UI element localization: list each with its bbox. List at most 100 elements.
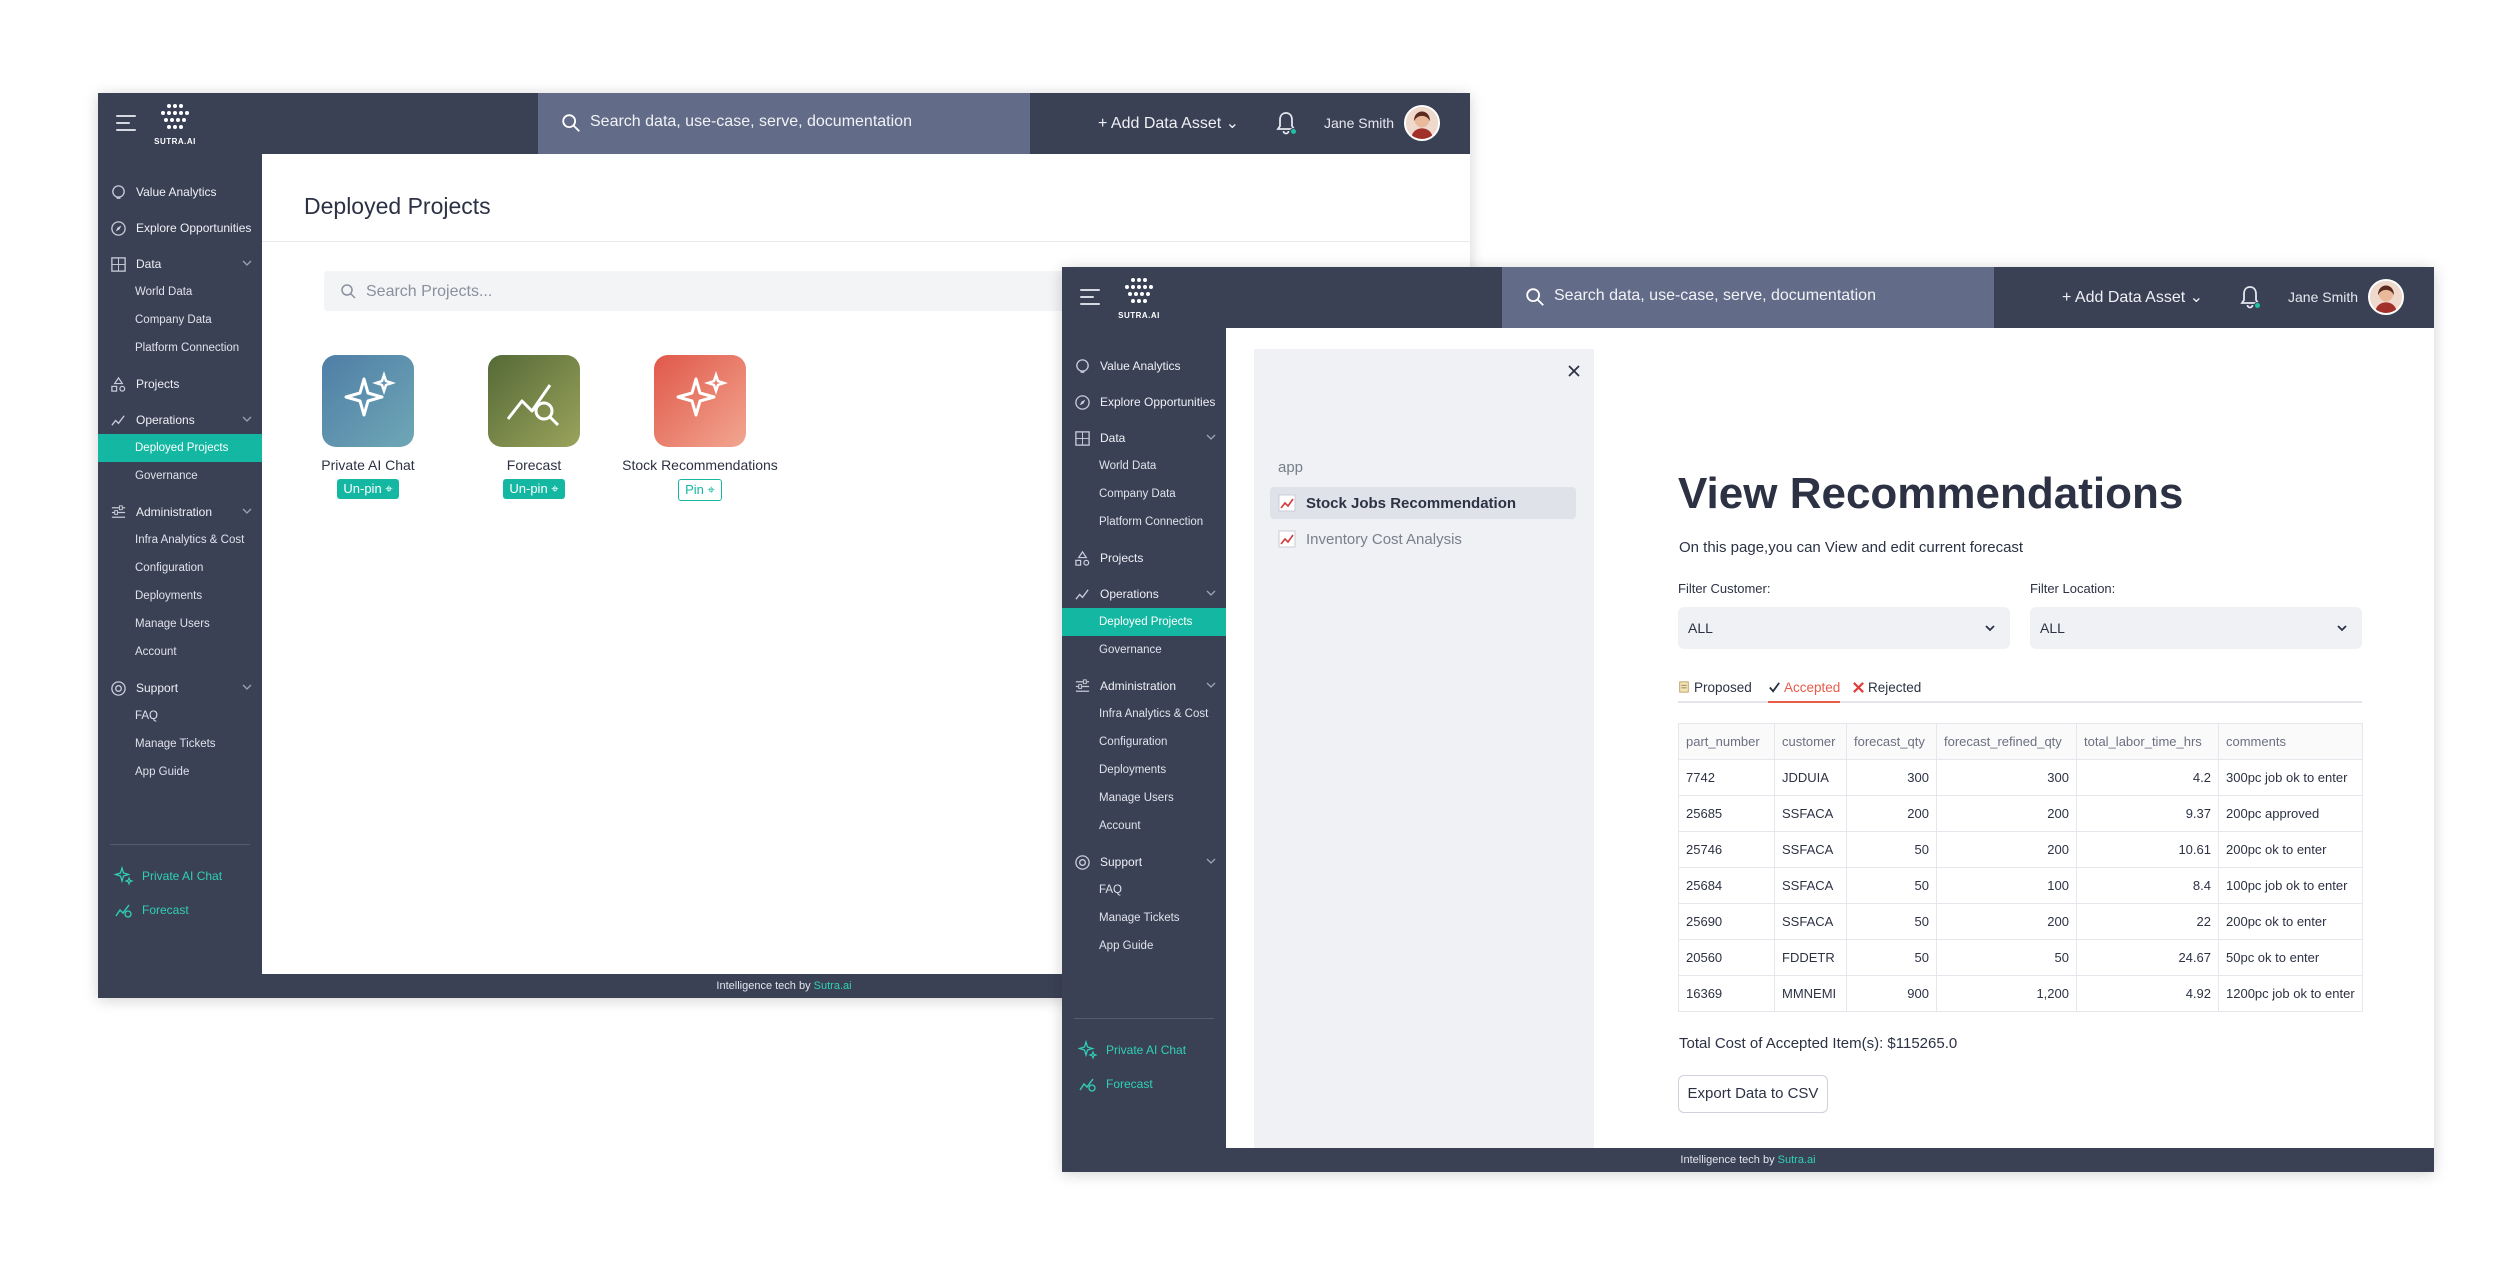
table-cell[interactable]: SSFACA [1774, 867, 1847, 904]
project-card-forecast[interactable]: Forecast Un-pin ⌖ [464, 355, 604, 499]
nav-account[interactable]: Account [1062, 812, 1226, 840]
table-cell[interactable]: 100pc job ok to enter [2218, 867, 2363, 904]
table-row[interactable]: 25746 SSFACA 50 200 10.61 200pc ok to enter [1678, 831, 2363, 868]
table-cell[interactable]: 8.4 [2076, 867, 2219, 904]
pinned-forecast[interactable]: Forecast [110, 893, 250, 927]
user-name[interactable]: Jane Smith [2288, 289, 2358, 305]
table-cell[interactable]: 200pc approved [2218, 795, 2363, 832]
menu-icon[interactable] [116, 115, 136, 131]
table-cell[interactable]: 300 [1846, 759, 1937, 796]
table-cell[interactable]: 900 [1846, 975, 1937, 1012]
column-header[interactable]: forecast_qty [1846, 723, 1937, 760]
global-search[interactable]: Search data, use-case, serve, documentat… [1502, 267, 1994, 328]
nav-manage-users[interactable]: Manage Users [1062, 784, 1226, 812]
table-cell[interactable]: 200 [1936, 831, 2077, 868]
column-header[interactable]: comments [2218, 723, 2363, 760]
nav-support[interactable]: Support [1062, 848, 1226, 876]
project-card-private-ai-chat[interactable]: Private AI Chat Un-pin ⌖ [298, 355, 438, 499]
table-row[interactable]: 25690 SSFACA 50 200 22 200pc ok to enter [1678, 903, 2363, 940]
nav-account[interactable]: Account [98, 638, 262, 666]
add-data-asset-button[interactable]: + Add Data Asset ⌄ [2062, 287, 2203, 307]
nav-configuration[interactable]: Configuration [98, 554, 262, 582]
table-cell[interactable]: 25746 [1678, 831, 1775, 868]
filter-customer-select[interactable]: ALL [1678, 607, 2010, 649]
table-cell[interactable]: 4.2 [2076, 759, 2219, 796]
table-cell[interactable]: 7742 [1678, 759, 1775, 796]
menu-icon[interactable] [1080, 289, 1100, 305]
table-cell[interactable]: 10.61 [2076, 831, 2219, 868]
nav-projects[interactable]: Projects [98, 370, 262, 398]
table-cell[interactable]: 1,200 [1936, 975, 2077, 1012]
table-cell[interactable]: 50 [1846, 903, 1937, 940]
table-cell[interactable]: 200 [1936, 795, 2077, 832]
nav-deployed-projects[interactable]: Deployed Projects [1062, 608, 1226, 636]
table-cell[interactable]: 25690 [1678, 903, 1775, 940]
column-header[interactable]: customer [1774, 723, 1847, 760]
column-header[interactable]: part_number [1678, 723, 1775, 760]
table-row[interactable]: 25684 SSFACA 50 100 8.4 100pc job ok to enter [1678, 867, 2363, 904]
column-header[interactable]: total_labor_time_hrs [2076, 723, 2219, 760]
nav-app-guide[interactable]: App Guide [1062, 932, 1226, 960]
page-link-inventory-cost[interactable]: Inventory Cost Analysis [1270, 523, 1576, 555]
nav-deployments[interactable]: Deployments [1062, 756, 1226, 784]
pinned-private-ai-chat[interactable]: Private AI Chat [1074, 1033, 1214, 1067]
export-csv-button[interactable]: Export Data to CSV [1678, 1075, 1828, 1113]
nav-operations[interactable]: Operations [98, 406, 262, 434]
table-cell[interactable]: JDDUIA [1774, 759, 1847, 796]
notifications-bell-icon[interactable] [2238, 284, 2262, 310]
sutra-logo[interactable]: SUTRA.AI [153, 101, 197, 147]
nav-faq[interactable]: FAQ [98, 702, 262, 730]
table-cell[interactable]: 50pc ok to enter [2218, 939, 2363, 976]
table-cell[interactable]: 50 [1846, 831, 1937, 868]
user-name[interactable]: Jane Smith [1324, 115, 1394, 131]
nav-value-analytics[interactable]: Value Analytics [98, 178, 262, 206]
footer-brand-link[interactable]: Sutra.ai [1778, 1154, 1816, 1166]
table-cell[interactable]: 100 [1936, 867, 2077, 904]
nav-world-data[interactable]: World Data [1062, 452, 1226, 480]
nav-explore-opportunities[interactable]: Explore Opportunities [1062, 388, 1226, 416]
nav-manage-users[interactable]: Manage Users [98, 610, 262, 638]
global-search[interactable]: Search data, use-case, serve, documentat… [538, 93, 1030, 154]
nav-explore-opportunities[interactable]: Explore Opportunities [98, 214, 262, 242]
nav-governance[interactable]: Governance [1062, 636, 1226, 664]
nav-support[interactable]: Support [98, 674, 262, 702]
nav-app-guide[interactable]: App Guide [98, 758, 262, 786]
nav-administration[interactable]: Administration [1062, 672, 1226, 700]
table-row[interactable]: 25685 SSFACA 200 200 9.37 200pc approved [1678, 795, 2363, 832]
table-cell[interactable]: 25684 [1678, 867, 1775, 904]
avatar[interactable] [2368, 279, 2404, 315]
nav-administration[interactable]: Administration [98, 498, 262, 526]
table-cell[interactable]: 16369 [1678, 975, 1775, 1012]
nav-value-analytics[interactable]: Value Analytics [1062, 352, 1226, 380]
notifications-bell-icon[interactable] [1274, 110, 1298, 136]
table-cell[interactable]: SSFACA [1774, 903, 1847, 940]
table-cell[interactable]: 50 [1846, 867, 1937, 904]
project-card-stock-recommendations[interactable]: Stock Recommendations Pin ⌖ [620, 355, 780, 501]
project-tile[interactable] [322, 355, 414, 447]
nav-data[interactable]: Data [1062, 424, 1226, 452]
table-cell[interactable]: 200 [1936, 903, 2077, 940]
table-cell[interactable]: 22 [2076, 903, 2219, 940]
table-cell[interactable]: MMNEMI [1774, 975, 1847, 1012]
table-cell[interactable]: 50 [1936, 939, 2077, 976]
column-header[interactable]: forecast_refined_qty [1936, 723, 2077, 760]
table-cell[interactable]: 9.37 [2076, 795, 2219, 832]
project-tile[interactable] [488, 355, 580, 447]
nav-deployments[interactable]: Deployments [98, 582, 262, 610]
table-cell[interactable]: FDDETR [1774, 939, 1847, 976]
table-cell[interactable]: SSFACA [1774, 831, 1847, 868]
nav-company-data[interactable]: Company Data [98, 306, 262, 334]
nav-deployed-projects[interactable]: Deployed Projects [98, 434, 262, 462]
add-data-asset-button[interactable]: + Add Data Asset ⌄ [1098, 113, 1239, 133]
filter-location-select[interactable]: ALL [2030, 607, 2362, 649]
nav-operations[interactable]: Operations [1062, 580, 1226, 608]
table-cell[interactable]: 25685 [1678, 795, 1775, 832]
table-cell[interactable]: 1200pc job ok to enter [2218, 975, 2363, 1012]
table-cell[interactable]: 4.92 [2076, 975, 2219, 1012]
sutra-logo[interactable]: SUTRA.AI [1117, 275, 1161, 321]
nav-company-data[interactable]: Company Data [1062, 480, 1226, 508]
nav-platform-connection[interactable]: Platform Connection [1062, 508, 1226, 536]
nav-configuration[interactable]: Configuration [1062, 728, 1226, 756]
table-cell[interactable]: 200 [1846, 795, 1937, 832]
table-row[interactable]: 16369 MMNEMI 900 1,200 4.92 1200pc job ok to … [1678, 975, 2363, 1012]
